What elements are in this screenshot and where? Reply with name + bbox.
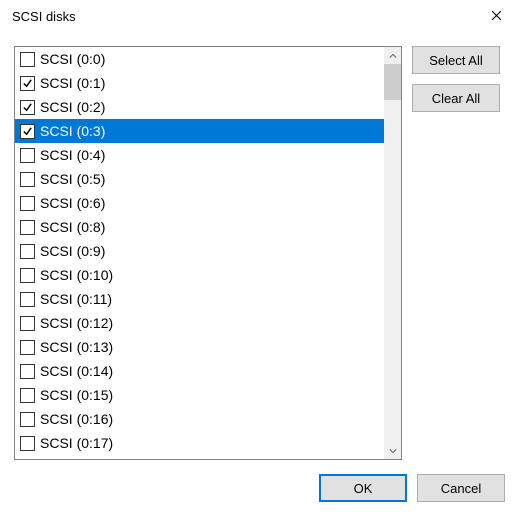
list-item-label: SCSI (0:13) bbox=[40, 340, 113, 354]
scroll-up-button[interactable] bbox=[384, 47, 401, 64]
list-item-label: SCSI (0:12) bbox=[40, 316, 113, 330]
list-item[interactable]: SCSI (0:0) bbox=[15, 47, 384, 71]
checkbox[interactable] bbox=[20, 388, 35, 403]
titlebar: SCSI disks bbox=[0, 0, 519, 32]
checkbox[interactable] bbox=[20, 100, 35, 115]
list-item-label: SCSI (0:17) bbox=[40, 436, 113, 450]
checkbox[interactable] bbox=[20, 76, 35, 91]
footer-button-group: OK Cancel bbox=[0, 460, 519, 502]
close-button[interactable] bbox=[473, 0, 519, 32]
list-item-label: SCSI (0:9) bbox=[40, 244, 105, 258]
list-item-label: SCSI (0:3) bbox=[40, 124, 105, 138]
checkbox[interactable] bbox=[20, 364, 35, 379]
ok-button[interactable]: OK bbox=[319, 474, 407, 502]
clear-all-button[interactable]: Clear All bbox=[412, 84, 500, 112]
list-item-label: SCSI (0:15) bbox=[40, 388, 113, 402]
list-item[interactable]: SCSI (0:11) bbox=[15, 287, 384, 311]
list-item-label: SCSI (0:1) bbox=[40, 76, 105, 90]
list-item-label: SCSI (0:10) bbox=[40, 268, 113, 282]
list-item-label: SCSI (0:4) bbox=[40, 148, 105, 162]
checkbox[interactable] bbox=[20, 436, 35, 451]
close-icon bbox=[491, 8, 502, 24]
checkbox[interactable] bbox=[20, 412, 35, 427]
list-item[interactable]: SCSI (0:2) bbox=[15, 95, 384, 119]
checkbox[interactable] bbox=[20, 148, 35, 163]
list-item[interactable]: SCSI (0:10) bbox=[15, 263, 384, 287]
list-item[interactable]: SCSI (0:4) bbox=[15, 143, 384, 167]
chevron-down-icon bbox=[389, 443, 397, 458]
scroll-thumb[interactable] bbox=[384, 64, 401, 100]
checkbox[interactable] bbox=[20, 244, 35, 259]
scroll-down-button[interactable] bbox=[384, 442, 401, 459]
checkbox[interactable] bbox=[20, 292, 35, 307]
checkbox[interactable] bbox=[20, 172, 35, 187]
list-item[interactable]: SCSI (0:1) bbox=[15, 71, 384, 95]
select-all-button[interactable]: Select All bbox=[412, 46, 500, 74]
window-title: SCSI disks bbox=[12, 9, 76, 24]
list-item[interactable]: SCSI (0:13) bbox=[15, 335, 384, 359]
checkbox[interactable] bbox=[20, 340, 35, 355]
list-item[interactable]: SCSI (0:8) bbox=[15, 215, 384, 239]
scroll-track[interactable] bbox=[384, 64, 401, 442]
checkbox[interactable] bbox=[20, 124, 35, 139]
list-item-label: SCSI (0:8) bbox=[40, 220, 105, 234]
list-item-label: SCSI (0:6) bbox=[40, 196, 105, 210]
checkbox[interactable] bbox=[20, 220, 35, 235]
cancel-button[interactable]: Cancel bbox=[417, 474, 505, 502]
content-area: SCSI (0:0) SCSI (0:1) SCSI (0:2) SCSI (0:3)… bbox=[0, 32, 519, 460]
list-item[interactable]: SCSI (0:14) bbox=[15, 359, 384, 383]
list-item[interactable]: SCSI (0:9) bbox=[15, 239, 384, 263]
list-item[interactable]: SCSI (0:12) bbox=[15, 311, 384, 335]
list-item[interactable]: SCSI (0:3) bbox=[15, 119, 384, 143]
list-item-label: SCSI (0:5) bbox=[40, 172, 105, 186]
list-item[interactable]: SCSI (0:6) bbox=[15, 191, 384, 215]
list-item[interactable]: SCSI (0:5) bbox=[15, 167, 384, 191]
list-item[interactable]: SCSI (0:16) bbox=[15, 407, 384, 431]
list-item-label: SCSI (0:2) bbox=[40, 100, 105, 114]
scrollbar[interactable] bbox=[384, 47, 401, 459]
disk-listbox[interactable]: SCSI (0:0) SCSI (0:1) SCSI (0:2) SCSI (0:3)… bbox=[14, 46, 402, 460]
list-item-label: SCSI (0:16) bbox=[40, 412, 113, 426]
list-item-label: SCSI (0:0) bbox=[40, 52, 105, 66]
checkbox[interactable] bbox=[20, 316, 35, 331]
checkbox[interactable] bbox=[20, 268, 35, 283]
chevron-up-icon bbox=[389, 48, 397, 63]
list-item-label: SCSI (0:14) bbox=[40, 364, 113, 378]
list-item-label: SCSI (0:11) bbox=[40, 292, 112, 306]
checkbox[interactable] bbox=[20, 52, 35, 67]
list-item[interactable]: SCSI (0:15) bbox=[15, 383, 384, 407]
side-button-group: Select All Clear All bbox=[412, 46, 500, 460]
checkbox[interactable] bbox=[20, 196, 35, 211]
list-item[interactable]: SCSI (0:17) bbox=[15, 431, 384, 455]
